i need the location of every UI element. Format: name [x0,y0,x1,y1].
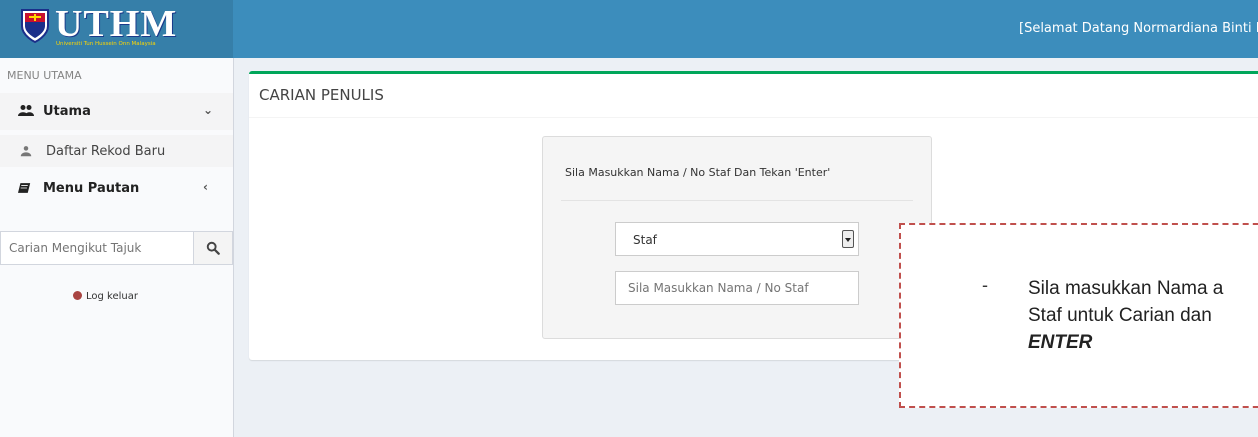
search-panel: Sila Masukkan Nama / No Staf Dan Tekan '… [542,136,932,339]
book-icon [18,183,31,193]
chevron-left-icon: ‹ [203,180,208,194]
panel-divider [561,200,913,201]
search-input[interactable] [0,231,194,265]
search-type-select[interactable]: Staf [615,222,859,256]
user-icon [20,146,32,157]
instruction-callout: - Sila masukkan Nama a Staf untuk Carian… [899,223,1258,408]
callout-line-2: Staf untuk Carian dan [1028,305,1212,326]
sidebar-item-utama[interactable]: Utama ⌄ [0,93,233,130]
users-icon [18,105,34,116]
dropdown-arrow-icon[interactable] [842,230,854,248]
sidebar-item-label: Menu Pautan [43,181,140,196]
logout-label: Log keluar [86,291,138,302]
sidebar-search [0,231,233,265]
name-staff-input[interactable] [615,271,859,305]
sidebar-item-menu-pautan[interactable]: Menu Pautan ‹ [0,170,233,207]
welcome-message: [Selamat Datang Normardiana Binti Marc [1019,21,1258,36]
chevron-down-icon: ⌄ [203,103,214,117]
search-instruction: Sila Masukkan Nama / No Staf Dan Tekan '… [565,166,831,179]
search-button[interactable] [194,231,233,265]
logout-link[interactable]: Log keluar [73,291,138,302]
callout-bullet: - [982,275,988,295]
sidebar-item-daftar-rekod-baru[interactable]: Daftar Rekod Baru [0,135,233,167]
menu-header: MENU UTAMA [7,69,82,82]
search-icon [206,241,220,255]
logo-subtitle: Universiti Tun Hussein Onn Malaysia [56,41,156,47]
logout-dot-icon [73,291,82,300]
sidebar-item-label: Daftar Rekod Baru [46,144,166,159]
sidebar: MENU UTAMA Utama ⌄ Daftar Rekod Baru Men… [0,58,234,437]
select-value: Staf [633,233,657,247]
box-divider [249,117,1258,118]
top-navbar: UTHM Universiti Tun Hussein Onn Malaysia… [0,0,1258,58]
logo-text: UTHM [55,3,178,45]
uthm-shield-icon [21,9,49,44]
sidebar-item-label: Utama [43,104,91,119]
logo[interactable]: UTHM Universiti Tun Hussein Onn Malaysia [0,0,233,58]
callout-text: Sila masukkan Nama a Staf untuk Carian d… [1028,275,1223,356]
callout-line-1: Sila masukkan Nama a [1028,278,1224,299]
page-title: CARIAN PENULIS [259,86,384,104]
callout-line-3: ENTER [1028,332,1093,353]
